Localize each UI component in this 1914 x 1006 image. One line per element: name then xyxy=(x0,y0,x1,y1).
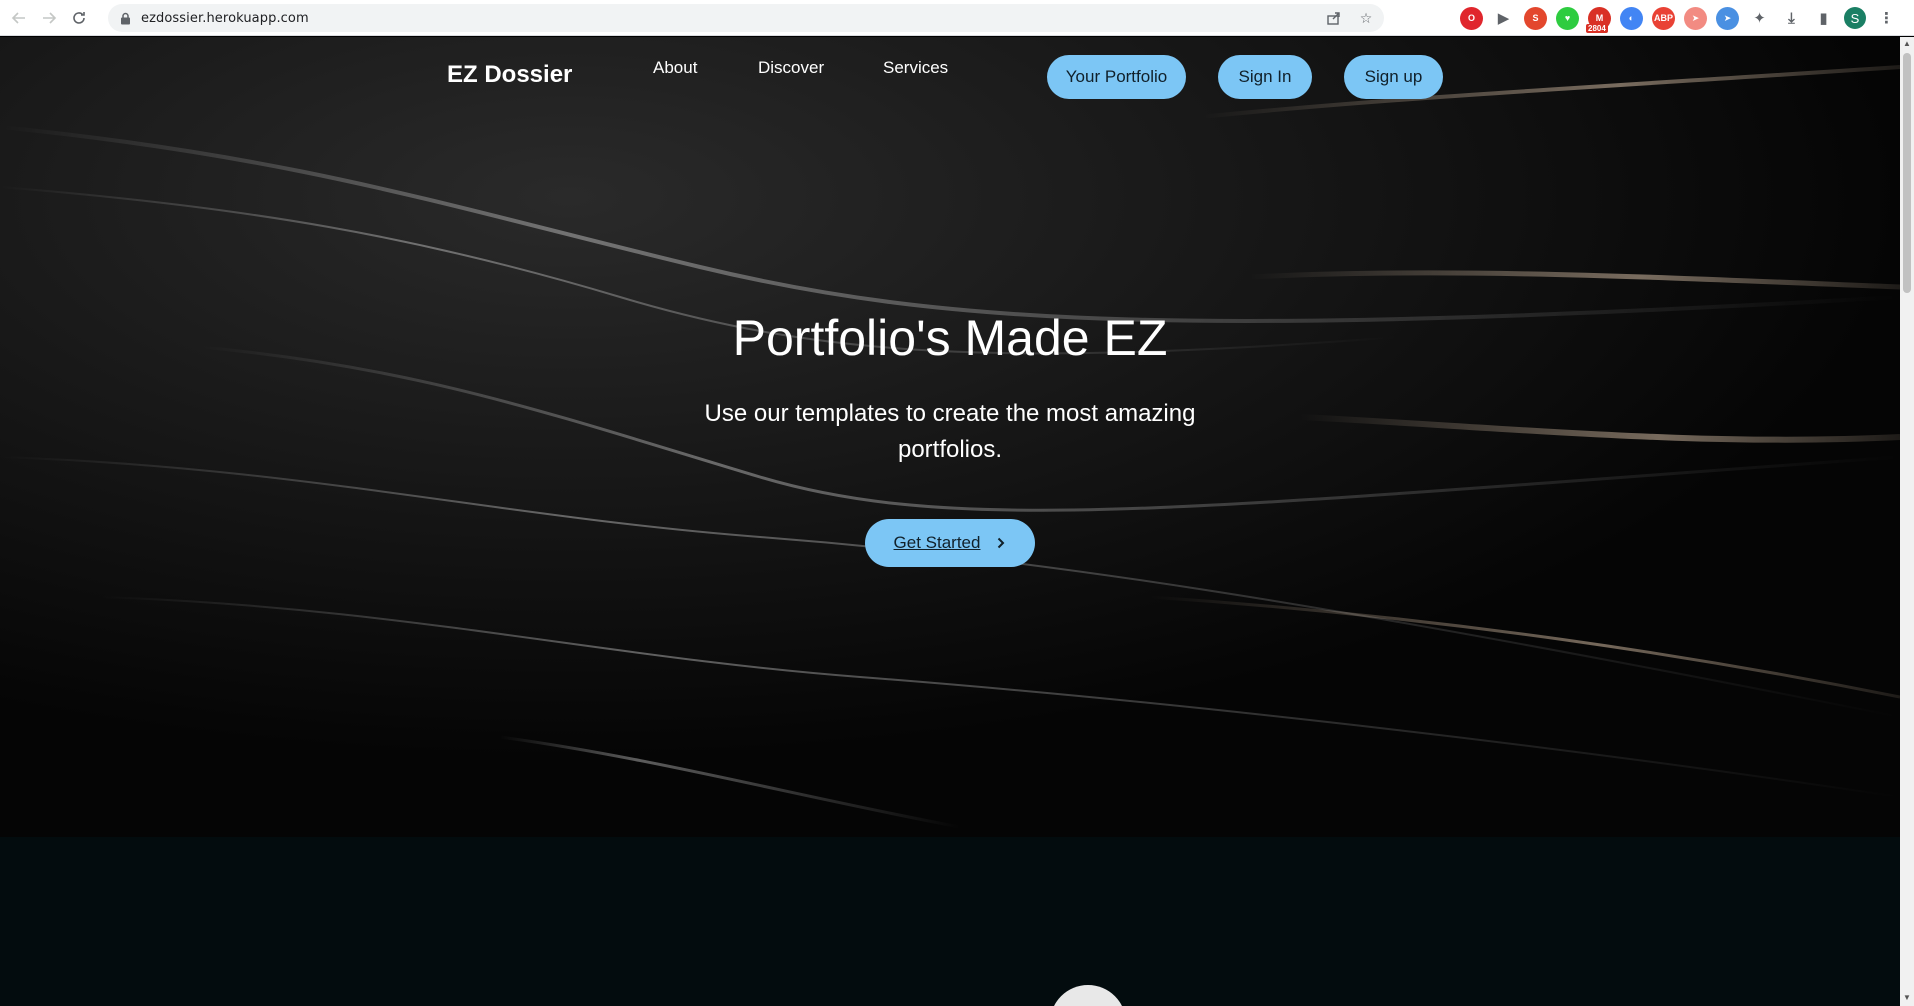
scrollbar-thumb[interactable] xyxy=(1903,53,1911,293)
sign-up-button[interactable]: Sign up xyxy=(1344,55,1443,99)
forward-icon[interactable] xyxy=(34,3,64,33)
lock-icon[interactable] xyxy=(118,11,132,25)
nav-services[interactable]: Services xyxy=(883,58,948,78)
site-header: EZ Dossier About Discover Services Your … xyxy=(0,37,1900,117)
reload-icon[interactable] xyxy=(64,3,94,33)
gmail-icon[interactable]: M 2804 xyxy=(1586,6,1611,33)
next-section xyxy=(0,837,1900,1006)
nav-about[interactable]: About xyxy=(653,58,697,78)
kebab-menu-icon[interactable]: ⋮ xyxy=(1875,7,1898,30)
send-pink-icon[interactable]: ➤ xyxy=(1684,6,1707,30)
share-icon[interactable] xyxy=(1324,8,1344,28)
video-icon[interactable]: ▶ xyxy=(1492,7,1515,30)
your-portfolio-button[interactable]: Your Portfolio xyxy=(1047,55,1186,99)
hero-subtitle: Use our templates to create the most ama… xyxy=(704,400,1196,463)
shield-icon[interactable]: S xyxy=(1524,6,1547,30)
adblock-icon[interactable]: ABP xyxy=(1652,6,1675,30)
side-panel-icon[interactable]: ▮ xyxy=(1812,7,1835,30)
nav-discover[interactable]: Discover xyxy=(758,58,824,78)
scroll-down-icon[interactable]: ▼ xyxy=(1902,993,1912,1003)
brand-logo[interactable]: EZ Dossier xyxy=(447,61,572,89)
extensions-area: O ▶ S ♥ M 2804 ◐ ABP ➤ ➤ ✦ ⤓ ▮ S ⋮ xyxy=(1460,5,1898,33)
send-blue-icon[interactable]: ➤ xyxy=(1716,6,1739,30)
browser-toolbar: ezdossier.herokuapp.com ☆ O ▶ S ♥ M 2804 ◐ ABP ➤… xyxy=(0,0,1914,36)
chevron-right-icon xyxy=(996,537,1006,549)
get-started-label[interactable]: Get Started xyxy=(894,533,981,553)
get-started-button[interactable]: Get Started xyxy=(865,519,1035,567)
sign-in-button[interactable]: Sign In xyxy=(1218,55,1312,99)
color-wheel-icon[interactable]: ◐ xyxy=(1620,6,1643,30)
profile-avatar[interactable]: S xyxy=(1844,7,1866,29)
back-icon[interactable] xyxy=(4,3,34,33)
opera-icon[interactable]: O xyxy=(1460,6,1483,30)
hero-title: Portfolio's Made EZ xyxy=(732,310,1168,366)
download-icon[interactable]: ⤓ xyxy=(1780,7,1803,30)
gmail-badge: 2804 xyxy=(1586,23,1608,33)
address-bar[interactable]: ezdossier.herokuapp.com ☆ xyxy=(108,4,1384,32)
bookmark-star-icon[interactable]: ☆ xyxy=(1356,8,1376,28)
heart-icon[interactable]: ♥ xyxy=(1556,6,1579,30)
page-scrollbar[interactable]: ▲ ▼ xyxy=(1900,37,1914,1006)
page-viewport: EZ Dossier About Discover Services Your … xyxy=(0,37,1900,1006)
hero-section: EZ Dossier About Discover Services Your … xyxy=(0,37,1900,837)
puzzle-icon[interactable]: ✦ xyxy=(1748,7,1771,30)
scroll-up-icon[interactable]: ▲ xyxy=(1902,39,1912,49)
url-text[interactable]: ezdossier.herokuapp.com xyxy=(141,11,309,26)
